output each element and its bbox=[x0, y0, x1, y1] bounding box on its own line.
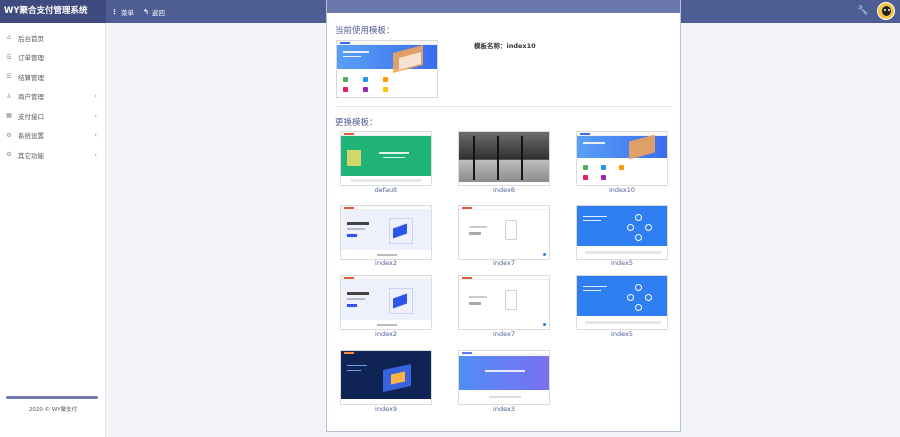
sidebar-item-label: 后台首页 bbox=[18, 34, 44, 43]
sidebar-item-other-functions[interactable]: ⚙ 其它功能 ‹ bbox=[0, 145, 105, 165]
sidebar-item-settlement[interactable]: ☰ 结算管理 bbox=[0, 67, 105, 87]
template-caption: index2 bbox=[375, 330, 397, 338]
list-icon: ☰ bbox=[6, 73, 12, 81]
template-caption: index7 bbox=[493, 330, 515, 338]
template-card-index5[interactable] bbox=[576, 205, 668, 260]
sidebar: ⌂ 后台首页 ☰ 订单管理 ☰ 结算管理 ♙ 商户管理 ‹ ▦ 支付接口 ‹ ⚙… bbox=[0, 23, 106, 437]
sidebar-item-label: 支付接口 bbox=[18, 112, 44, 121]
sidebar-item-label: 系统设置 bbox=[18, 132, 44, 141]
template-panel: 当前使用模板： 模板名称：index10 更换模板： default index… bbox=[326, 0, 681, 432]
chevron-left-icon: ‹ bbox=[94, 92, 97, 101]
template-card-index9[interactable] bbox=[340, 350, 432, 405]
user-icon: ♙ bbox=[6, 92, 12, 100]
menu-icon: ⋮ bbox=[111, 7, 118, 16]
menu-toggle-button[interactable]: ⋮ 菜单 bbox=[111, 7, 134, 17]
gear-icon: ⚙ bbox=[6, 131, 12, 139]
sidebar-item-system-settings[interactable]: ⚙ 系统设置 ‹ bbox=[0, 126, 105, 146]
app-title: WY聚合支付管理系统 bbox=[0, 0, 106, 23]
divider bbox=[335, 106, 672, 107]
sidebar-item-dashboard[interactable]: ⌂ 后台首页 bbox=[0, 28, 105, 48]
gears-icon: ⚙ bbox=[6, 151, 12, 159]
template-caption: index2 bbox=[375, 259, 397, 267]
template-card-default[interactable] bbox=[340, 131, 432, 186]
copyright: 2020 © WY聚支付 bbox=[28, 407, 78, 413]
sidebar-item-label: 结算管理 bbox=[18, 73, 44, 82]
template-caption: index9 bbox=[375, 405, 397, 413]
sidebar-item-merchants[interactable]: ♙ 商户管理 ‹ bbox=[0, 87, 105, 107]
template-card-index7[interactable] bbox=[458, 205, 550, 260]
sidebar-item-label: 商户管理 bbox=[18, 93, 44, 102]
sidebar-item-label: 订单管理 bbox=[18, 54, 44, 63]
template-caption: index6 bbox=[493, 186, 515, 194]
sidebar-item-payment-interface[interactable]: ▦ 支付接口 ‹ bbox=[0, 106, 105, 126]
chevron-left-icon: ‹ bbox=[94, 131, 97, 140]
wrench-icon[interactable]: 🔧 bbox=[857, 6, 868, 16]
template-card-index5[interactable] bbox=[576, 275, 668, 330]
template-card-index2[interactable] bbox=[340, 205, 432, 260]
back-label: 返回 bbox=[151, 8, 165, 17]
template-card-index3[interactable] bbox=[458, 350, 550, 405]
back-arrow-icon: ↰ bbox=[143, 7, 149, 16]
template-card-index6[interactable] bbox=[458, 131, 550, 186]
template-caption: index5 bbox=[611, 330, 633, 338]
sidebar-item-orders[interactable]: ☰ 订单管理 bbox=[0, 48, 105, 68]
grid-icon: ▦ bbox=[6, 112, 12, 120]
chevron-left-icon: ‹ bbox=[94, 111, 97, 120]
chevron-left-icon: ‹ bbox=[94, 150, 97, 159]
template-name: 模板名称：index10 bbox=[474, 42, 536, 50]
template-card-index7[interactable] bbox=[458, 275, 550, 330]
sidebar-item-label: 其它功能 bbox=[18, 151, 44, 160]
list-icon: ☰ bbox=[6, 53, 12, 61]
template-caption: index7 bbox=[493, 259, 515, 267]
current-template-title: 当前使用模板： bbox=[335, 26, 395, 36]
template-caption: index3 bbox=[493, 405, 515, 413]
current-template-thumbnail bbox=[336, 40, 438, 98]
template-caption: default bbox=[374, 186, 398, 194]
sidebar-scrollbar[interactable] bbox=[6, 396, 98, 399]
template-caption: index5 bbox=[611, 259, 633, 267]
menu-label: 菜单 bbox=[121, 8, 134, 17]
top-nav: ⋮ 菜单 ↰ 返回 bbox=[111, 0, 165, 23]
panel-header bbox=[327, 0, 680, 13]
back-button[interactable]: ↰ 返回 bbox=[143, 7, 165, 17]
avatar[interactable] bbox=[877, 2, 895, 20]
template-card-index2[interactable] bbox=[340, 275, 432, 330]
template-card-index10[interactable] bbox=[576, 131, 668, 186]
home-icon: ⌂ bbox=[7, 34, 11, 42]
template-caption: index10 bbox=[608, 186, 636, 194]
switch-template-title: 更换模板： bbox=[335, 118, 378, 128]
